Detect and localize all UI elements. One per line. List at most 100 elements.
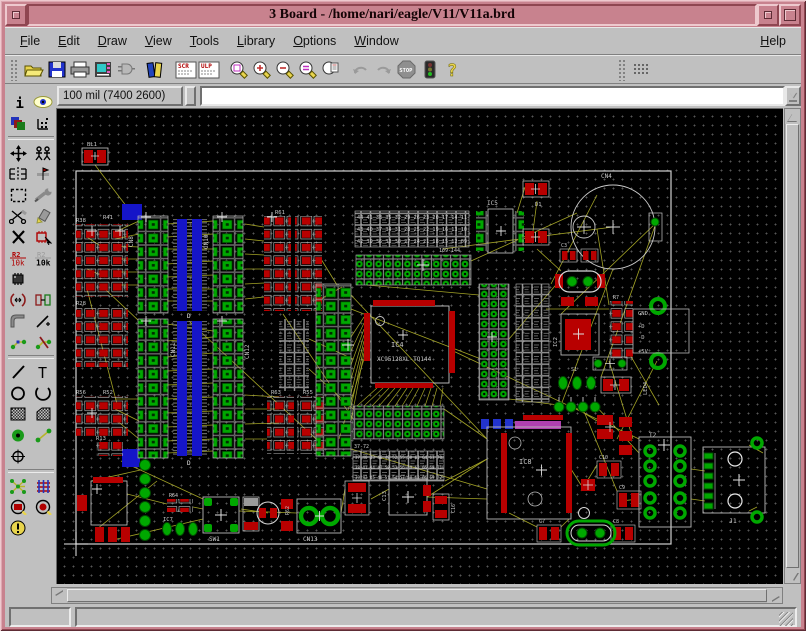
pinswap-tool[interactable] (7, 290, 30, 310)
circle-tool[interactable] (7, 383, 30, 403)
menu-window[interactable]: Window (345, 31, 407, 51)
save-button[interactable] (45, 58, 68, 81)
undo-button[interactable] (349, 58, 372, 81)
cut-tool[interactable] (7, 206, 30, 226)
grid-button[interactable] (630, 58, 653, 81)
connector-cn11[interactable]: CN11 (138, 319, 177, 458)
polygon-tool[interactable] (32, 404, 55, 424)
zoom-out-button[interactable] (273, 58, 296, 81)
resistor-group-r63-r55[interactable]: R63 R55 (267, 390, 324, 454)
ripup-tool[interactable] (32, 332, 55, 352)
via-tool[interactable] (7, 425, 30, 445)
component-r64-ic7[interactable]: R64 IC7 (163, 493, 198, 536)
horizontal-scrollbar[interactable] (51, 587, 783, 604)
miter-tool[interactable] (7, 311, 30, 331)
component-c9[interactable]: C9 (617, 485, 641, 509)
component-c7[interactable]: C7 (537, 519, 561, 542)
board-canvas[interactable]: BL1 R38 R41 R28 R56 R52 (56, 108, 783, 584)
menu-tools[interactable]: Tools (181, 31, 228, 51)
component-j1[interactable]: J1 (703, 438, 765, 525)
connector-right[interactable] (639, 437, 691, 527)
component-d1[interactable]: D1 (523, 181, 549, 208)
open-button[interactable] (22, 58, 45, 81)
help-button[interactable]: ? (441, 58, 464, 81)
drc-tool[interactable] (7, 497, 30, 517)
component-ic5[interactable]: IC5 (476, 200, 524, 253)
component-sw1[interactable]: SW1 (203, 497, 239, 543)
resistor-group-lower-left[interactable]: R56 R52 R13 (76, 390, 128, 456)
component-led4[interactable]: LED4 (601, 377, 649, 395)
command-input[interactable] (200, 86, 785, 106)
show-tool[interactable] (32, 92, 55, 112)
component-k1[interactable] (581, 479, 595, 491)
component-q1[interactable] (567, 508, 615, 546)
zoom-redraw-button[interactable] (319, 58, 342, 81)
menu-draw[interactable]: Draw (89, 31, 136, 51)
group-tool[interactable] (7, 185, 30, 205)
scroll-left-button[interactable] (52, 588, 67, 603)
info-tool[interactable]: i (7, 92, 30, 112)
component-c3-c1[interactable]: C3 (560, 243, 598, 262)
menu-library[interactable]: Library (228, 31, 284, 51)
maximize-button[interactable] (779, 4, 801, 26)
pad-column-right-of-ic4[interactable] (479, 284, 509, 400)
resize-grip[interactable] (779, 612, 793, 626)
component-c13[interactable]: C13 (382, 479, 431, 515)
zoom-in-button[interactable] (250, 58, 273, 81)
value-tool[interactable]: R210k (32, 248, 55, 268)
export-image-button[interactable] (91, 58, 114, 81)
component-bl1[interactable]: BL1 (82, 142, 108, 165)
component-c1b[interactable] (345, 481, 369, 515)
text-tool[interactable]: T (32, 362, 55, 382)
connector-cn10[interactable]: CN10 (203, 216, 243, 313)
component-cn13[interactable]: CN13 (297, 499, 341, 543)
connector-cn8[interactable]: CN8 (128, 216, 168, 313)
mark-tool[interactable] (32, 113, 55, 133)
gateswap-tool[interactable] (32, 290, 55, 310)
minimize-button[interactable] (757, 4, 779, 26)
component-r62[interactable]: R62 (281, 499, 293, 531)
stop-button[interactable]: STOP (395, 58, 418, 81)
run-script-button[interactable]: SCR (174, 58, 197, 81)
mirror-tool[interactable] (7, 164, 30, 184)
pad-grid-top-center[interactable] (356, 255, 471, 285)
redo-button[interactable] (372, 58, 395, 81)
component-t2[interactable]: T2 (597, 415, 657, 455)
traffic-light-button[interactable] (418, 58, 441, 81)
rect-tool[interactable] (7, 404, 30, 424)
toolbar-gripper[interactable] (10, 59, 19, 81)
library-button[interactable] (144, 58, 167, 81)
move-tool[interactable] (7, 143, 30, 163)
horizontal-scroll-thumb[interactable] (67, 589, 767, 602)
device-button[interactable] (114, 58, 137, 81)
menu-help[interactable]: Help (751, 31, 795, 51)
toolbar-gripper-2[interactable] (618, 59, 627, 81)
pad-grid-center-left[interactable] (316, 284, 351, 456)
signal-tool[interactable] (32, 425, 55, 445)
hole-tool[interactable] (7, 446, 30, 466)
menu-edit[interactable]: Edit (49, 31, 89, 51)
blue-polygon-bottom[interactable] (122, 449, 140, 467)
resistor-group-r61[interactable]: R61 (264, 210, 322, 311)
component-ic8[interactable]: IC8 (481, 415, 572, 519)
scroll-down-button[interactable] (785, 568, 800, 583)
add-tool[interactable] (32, 227, 55, 247)
component-c10[interactable]: C10 (597, 455, 621, 478)
component-s1[interactable]: S1 (559, 367, 596, 390)
scroll-right-button[interactable] (767, 588, 782, 603)
via-column-left[interactable] (140, 460, 151, 541)
run-ulp-button[interactable]: ULP (197, 58, 220, 81)
change-tool[interactable] (32, 185, 55, 205)
delete-tool[interactable] (7, 227, 30, 247)
smash-tool[interactable] (7, 269, 30, 289)
connector-cn12[interactable]: CN12 (213, 319, 251, 458)
menu-options[interactable]: Options (284, 31, 345, 51)
window-menu-button[interactable] (5, 4, 27, 26)
menu-file[interactable]: File (11, 31, 49, 51)
paste-tool[interactable] (32, 206, 55, 226)
zoom-fit-button[interactable] (227, 58, 250, 81)
vertical-scrollbar[interactable] (784, 108, 801, 584)
errors-tool[interactable] (7, 518, 30, 538)
auto-route-tool[interactable] (32, 476, 55, 496)
component-crystal-y1[interactable] (555, 271, 605, 306)
